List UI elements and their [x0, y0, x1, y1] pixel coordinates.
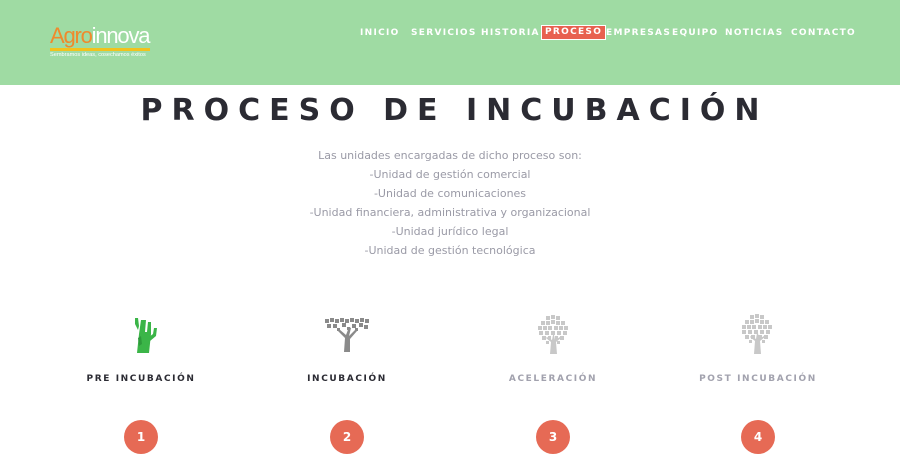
- stage-label: PRE INCUBACIÓN: [86, 374, 196, 384]
- nav-servicios[interactable]: SERVICIOS: [411, 25, 477, 41]
- round-tree-icon: [528, 310, 578, 360]
- stage-label: ACELERACIÓN: [508, 374, 598, 384]
- nav-proceso[interactable]: PROCESO: [541, 25, 607, 40]
- site-header: Agroinnova Sembramos ideas, cosechamos é…: [0, 0, 900, 85]
- main-nav: INICIO SERVICIOS HISTORIA PROCESO EMPRES…: [0, 25, 900, 41]
- description-line: -Unidad financiera, administrativa y org…: [309, 206, 591, 219]
- stage-label: INCUBACIÓN: [307, 374, 387, 384]
- nav-equipo[interactable]: EQUIPO: [672, 25, 719, 41]
- description-line: -Unidad de comunicaciones: [373, 187, 527, 200]
- nav-empresas[interactable]: EMPRESAS: [606, 25, 671, 41]
- description-line: -Unidad jurídico legal: [391, 225, 509, 238]
- nav-historia[interactable]: HISTORIA: [481, 25, 540, 41]
- nav-contacto[interactable]: CONTACTO: [791, 25, 856, 41]
- step-4-button[interactable]: 4: [741, 420, 775, 454]
- acacia-tree-icon: [322, 310, 372, 360]
- step-2-button[interactable]: 2: [330, 420, 364, 454]
- logo-underline: [50, 48, 150, 51]
- description-line: -Unidad de gestión comercial: [369, 168, 531, 181]
- description-line: -Unidad de gestión tecnológica: [364, 244, 536, 257]
- process-description: Las unidades encargadas de dicho proceso…: [0, 146, 900, 260]
- nav-noticias[interactable]: NOTICIAS: [725, 25, 783, 41]
- description-line: Las unidades encargadas de dicho proceso…: [318, 149, 582, 162]
- page-title: PROCESO DE INCUBACIÓN: [140, 93, 769, 128]
- large-tree-icon: [733, 310, 783, 360]
- nav-inicio[interactable]: INICIO: [360, 25, 400, 41]
- cactus-icon: [119, 310, 169, 360]
- stage-label: POST INCUBACIÓN: [699, 374, 817, 384]
- step-3-button[interactable]: 3: [536, 420, 570, 454]
- step-1-button[interactable]: 1: [124, 420, 158, 454]
- logo-tagline: Sembramos ideas, cosechamos éxitos: [50, 52, 146, 58]
